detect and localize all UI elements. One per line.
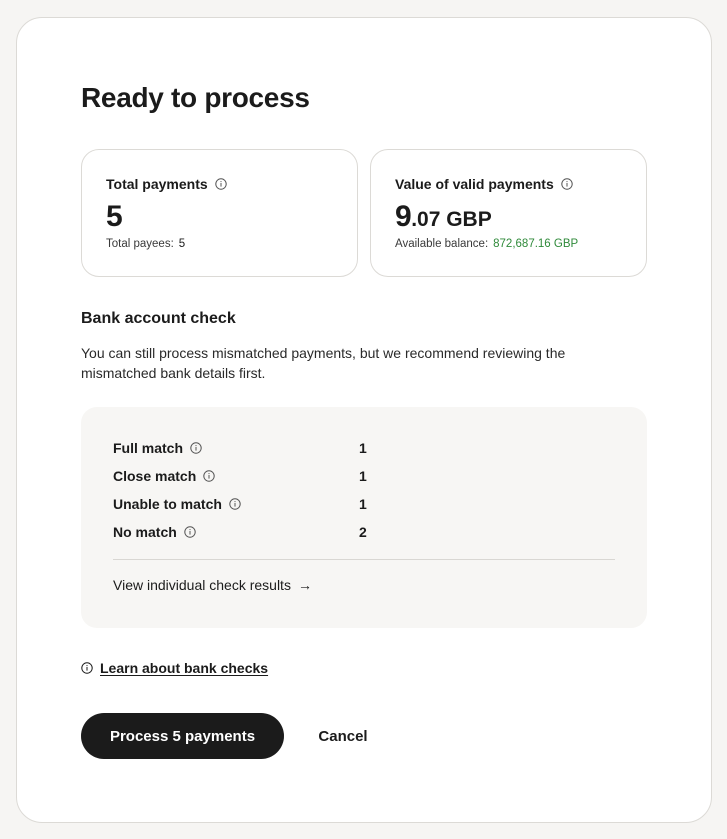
check-row-label: No match [113, 524, 177, 540]
learn-link-label: Learn about bank checks [100, 660, 269, 676]
total-payments-label: Total payments [106, 176, 208, 192]
valid-payments-label: Value of valid payments [395, 176, 554, 192]
total-payments-label-row: Total payments [106, 176, 227, 192]
check-row-label: Close match [113, 468, 197, 484]
valid-payments-label-row: Value of valid payments [395, 176, 573, 192]
check-row-full-match: Full match 1 [113, 438, 383, 458]
view-check-results-link[interactable]: View individual check results → [113, 577, 312, 593]
check-row-label: Full match [113, 440, 184, 456]
total-payments-value: 5 [106, 200, 123, 233]
info-icon[interactable] [561, 178, 573, 190]
arrow-right-icon: → [297, 577, 312, 593]
info-icon[interactable] [214, 178, 227, 190]
ready-to-process-dialog: Ready to process Total payments 5 Total … [16, 17, 712, 823]
info-icon[interactable] [184, 526, 196, 538]
check-row-unable-to-match: Unable to match 1 [113, 494, 383, 514]
bank-check-title: Bank account check [81, 310, 236, 327]
check-row-label: Unable to match [113, 496, 222, 512]
bank-check-description: You can still process mismatched payment… [81, 345, 566, 381]
view-check-results-label: View individual check results [113, 577, 291, 593]
available-balance-label: Available balance: [395, 238, 489, 250]
info-icon[interactable] [229, 498, 241, 510]
check-row-count: 1 [359, 440, 367, 456]
page-title: Ready to process [81, 82, 310, 113]
valid-payments-value: 9.07 GBP [395, 200, 492, 234]
cancel-button[interactable]: Cancel [307, 713, 379, 759]
process-payments-button[interactable]: Process 5 payments [81, 713, 284, 759]
available-balance-row: Available balance: 872,687.16 GBP [395, 238, 578, 250]
total-payees-row: Total payees: 5 [106, 238, 185, 250]
bank-check-panel: Full match 1 Close match 1 Unable to mat… [81, 407, 647, 628]
info-icon [81, 662, 93, 674]
total-payees-value: 5 [178, 238, 186, 250]
valid-payments-card: Value of valid payments 9.07 GBP Availab… [370, 149, 647, 277]
info-icon[interactable] [190, 442, 202, 454]
check-row-close-match: Close match 1 [113, 466, 383, 486]
learn-about-bank-checks-link[interactable]: Learn about bank checks [81, 660, 268, 676]
info-icon[interactable] [203, 470, 215, 482]
panel-divider [113, 559, 615, 560]
total-payees-label: Total payees: [106, 238, 174, 250]
valid-payments-value-major: 9 [395, 200, 412, 233]
check-row-count: 1 [359, 496, 367, 512]
check-row-no-match: No match 2 [113, 522, 383, 542]
check-row-count: 1 [359, 468, 367, 484]
check-row-count: 2 [359, 524, 367, 540]
available-balance-value: 872,687.16 GBP [493, 238, 579, 250]
total-payments-card: Total payments 5 Total payees: 5 [81, 149, 358, 277]
valid-payments-value-minor: .07 GBP [411, 208, 492, 231]
